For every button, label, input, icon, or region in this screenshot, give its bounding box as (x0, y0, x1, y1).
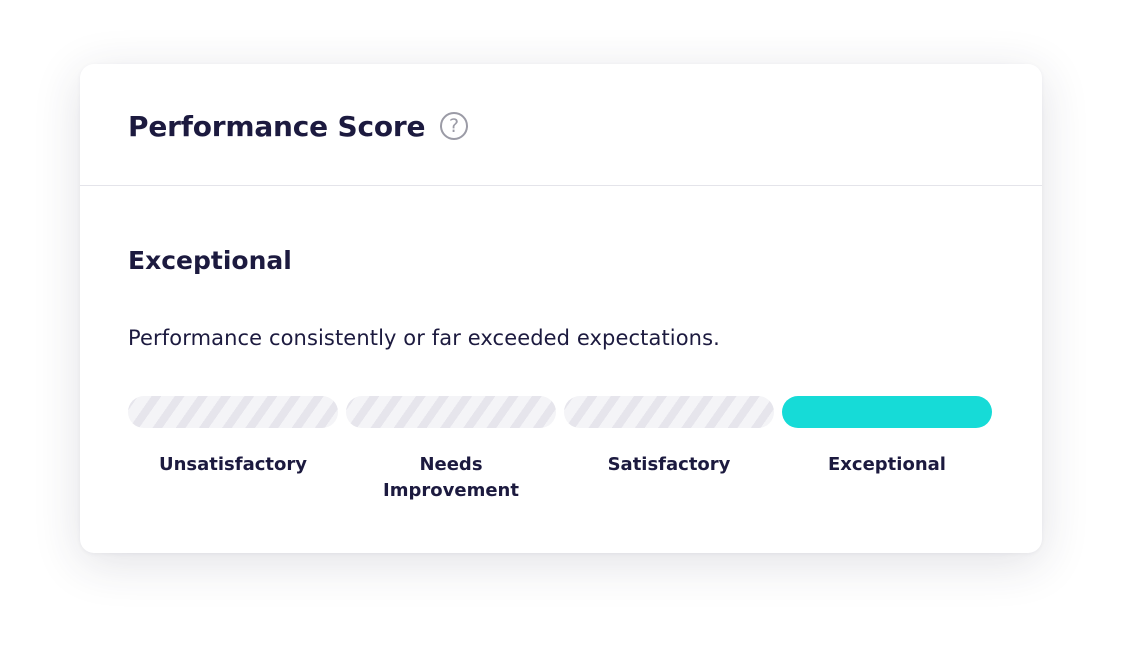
scale-segment-exceptional (782, 396, 992, 428)
rating-description: Performance consistently or far exceeded… (128, 326, 720, 350)
scale-segment-needs-improvement (346, 396, 556, 428)
scale-label-satisfactory: Satisfactory (607, 454, 731, 475)
scale-segment-satisfactory (564, 396, 774, 428)
scale-label-exceptional: Exceptional (828, 454, 946, 475)
card-title: Performance Score (128, 110, 426, 143)
card-header: Performance Score ? (80, 64, 1042, 186)
rating-scale: Unsatisfactory Needs Improvement Satisfa… (128, 396, 992, 516)
rating-title: Exceptional (128, 246, 292, 275)
question-circle-icon[interactable]: ? (440, 112, 468, 140)
performance-score-card: Performance Score ? Exceptional Performa… (80, 64, 1042, 553)
scale-segment-unsatisfactory (128, 396, 338, 428)
scale-label-unsatisfactory: Unsatisfactory (158, 454, 307, 475)
scale-label-needs-improvement: Needs Improvement (383, 454, 519, 501)
